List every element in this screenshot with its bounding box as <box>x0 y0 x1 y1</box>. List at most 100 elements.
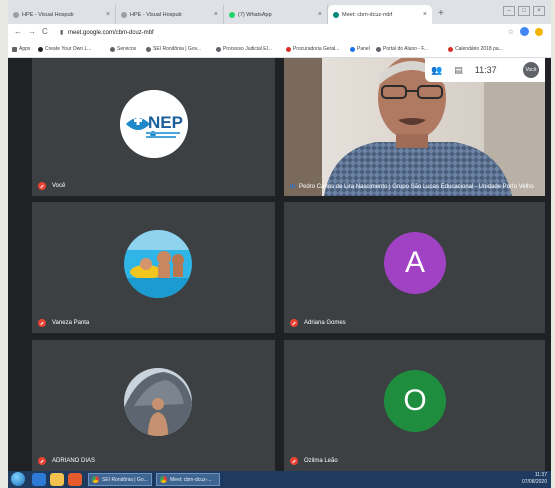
apps-icon <box>12 46 17 52</box>
bookmark-apps[interactable]: Apps <box>12 46 30 52</box>
participant-name-tag: Ozilma Leão <box>290 457 338 465</box>
system-tray: 11:37 07/08/2020 <box>522 472 547 486</box>
mic-off-icon <box>290 319 298 327</box>
bookmark-label: Portal do Aluno - F... <box>383 46 429 52</box>
bookmark-item[interactable]: Procuradoria Geral... <box>286 46 339 52</box>
bookmark-item[interactable]: Servicos <box>110 46 136 52</box>
url-field[interactable]: ▮ meet.google.com/cbm-dcuz-mbf <box>60 29 154 36</box>
address-bar: ← → C ▮ meet.google.com/cbm-dcuz-mbf ☆ <box>8 24 551 43</box>
mic-off-icon <box>290 457 298 465</box>
tab-favicon <box>121 11 127 18</box>
extension-icon[interactable] <box>535 27 543 36</box>
close-icon[interactable]: × <box>423 11 427 18</box>
chat-icon[interactable]: ▤ <box>454 65 463 76</box>
bookmark-item[interactable]: SEI Rondônia | Gov... <box>146 46 201 52</box>
tab-2[interactable]: HPE - Visual Hospub × <box>116 5 224 24</box>
task-label: Meet: cbm-dcuz-... <box>170 476 212 483</box>
participant-tile[interactable]: NEP Você <box>32 58 275 196</box>
profile-icon[interactable] <box>520 27 529 36</box>
participant-tile[interactable]: ADRIANO DIAS <box>32 340 275 471</box>
tray-date: 07/08/2020 <box>521 479 547 485</box>
bookmark-icon <box>216 46 221 52</box>
tab-title: HPE - Visual Hospub <box>130 11 182 18</box>
participant-tile-video[interactable]: ııı Pedro Carlos de Lira Nascimento | Gr… <box>284 58 545 196</box>
participant-name: Adriana Gomes <box>304 320 346 326</box>
taskbar-task[interactable]: SEI Rondônia | Go... <box>88 473 152 486</box>
window-controls: – □ × <box>503 6 545 16</box>
toolbar-right: ☆ <box>508 27 543 36</box>
participant-photo <box>124 368 192 436</box>
mic-off-icon <box>38 182 46 190</box>
bookmark-item[interactable]: Processo Judicial El... <box>216 46 272 52</box>
chrome-icon <box>160 476 167 483</box>
bookmark-item[interactable]: Create Your Own L... <box>38 46 91 52</box>
participant-tile[interactable]: O Ozilma Leão <box>284 340 545 471</box>
tab-favicon <box>13 11 19 18</box>
bookmark-icon <box>286 46 291 52</box>
photo-frame-left <box>0 0 8 488</box>
maximize-icon[interactable]: □ <box>518 6 530 16</box>
tab-3[interactable]: (7) WhatsApp × <box>224 5 328 24</box>
meet-grid: NEP Você ııı Pedro Carlos de Lira Nascim… <box>8 58 551 471</box>
participant-name: Pedro Carlos de Lira Nascimento | Grupo … <box>299 184 534 190</box>
participant-name: Você <box>52 183 66 189</box>
minimize-icon[interactable]: – <box>503 6 515 16</box>
bookmark-icon <box>110 46 115 52</box>
participant-name: Vaneza Panta <box>52 320 90 326</box>
tab-meet[interactable]: Meet: cbm-dcuz-mbf × <box>328 5 432 24</box>
tab-title: (7) WhatsApp <box>238 11 272 18</box>
tab-1[interactable]: HPE - Visual Hospub × <box>8 5 116 24</box>
start-button-icon[interactable] <box>11 472 25 486</box>
forward-icon[interactable]: → <box>28 27 36 36</box>
close-window-icon[interactable]: × <box>533 6 545 16</box>
participant-name-tag: Vaneza Panta <box>38 319 89 327</box>
bookmark-icon <box>448 46 453 52</box>
bookmark-item[interactable]: Panel <box>350 46 370 52</box>
participant-name-tag: ADRIANO DIAS <box>38 457 95 465</box>
participant-name: ADRIANO DIAS <box>52 458 96 464</box>
bookmark-label: Apps <box>19 46 31 52</box>
photo-frame-right <box>551 0 555 488</box>
taskbar-task[interactable]: Meet: cbm-dcuz-... <box>156 473 220 486</box>
windows-taskbar: SEI Rondônia | Go... Meet: cbm-dcuz-... … <box>8 471 551 488</box>
mic-off-icon <box>38 319 46 327</box>
bookmark-icon <box>350 46 355 52</box>
bookmark-label: Processo Judicial El... <box>223 46 272 52</box>
participant-name-tag: ııı Pedro Carlos de Lira Nascimento | Gr… <box>290 184 534 190</box>
bookmark-icon <box>376 46 381 52</box>
tab-title: Meet: cbm-dcuz-mbf <box>342 11 393 18</box>
media-player-icon[interactable] <box>68 473 82 486</box>
lock-icon: ▮ <box>60 30 64 36</box>
bookmark-item[interactable]: Calendário 2018 pa... <box>448 46 503 52</box>
whatsapp-icon <box>229 11 235 18</box>
ie-icon[interactable] <box>32 473 46 486</box>
browser-tabstrip: HPE - Visual Hospub × HPE - Visual Hospu… <box>8 0 551 24</box>
bookmarks-bar: Apps Create Your Own L... Servicos SEI R… <box>8 43 551 58</box>
bookmark-icon <box>38 46 43 52</box>
bookmark-label: Panel <box>357 46 370 52</box>
reload-icon[interactable]: C <box>42 27 48 36</box>
close-icon[interactable]: × <box>106 11 110 18</box>
new-tab-icon[interactable]: + <box>438 8 444 19</box>
participant-tile[interactable]: Vaneza Panta <box>32 202 275 333</box>
tray-time: 11:37 <box>534 472 547 478</box>
meet-icon <box>333 11 339 18</box>
close-icon[interactable]: × <box>214 11 218 18</box>
url-text: meet.google.com/cbm-dcuz-mbf <box>67 30 154 36</box>
meet-top-controls: 👥 ▤ 11:37 Você <box>425 58 545 82</box>
bookmark-item[interactable]: Portal do Aluno - F... <box>376 46 428 52</box>
participant-name: Ozilma Leão <box>304 458 338 464</box>
self-avatar[interactable]: Você <box>523 62 539 78</box>
close-icon[interactable]: × <box>318 11 322 18</box>
back-icon[interactable]: ← <box>14 27 22 36</box>
participant-photo <box>124 230 192 298</box>
star-icon[interactable]: ☆ <box>508 28 514 36</box>
nep-logo: NEP <box>120 90 188 158</box>
people-icon[interactable]: 👥 <box>431 65 442 76</box>
rock-photo-icon <box>124 368 192 436</box>
folder-icon[interactable] <box>50 473 64 486</box>
bookmark-label: Servicos <box>117 46 137 52</box>
letter-avatar: A <box>384 232 446 294</box>
mic-off-icon <box>38 457 46 465</box>
participant-tile[interactable]: A Adriana Gomes <box>284 202 545 333</box>
